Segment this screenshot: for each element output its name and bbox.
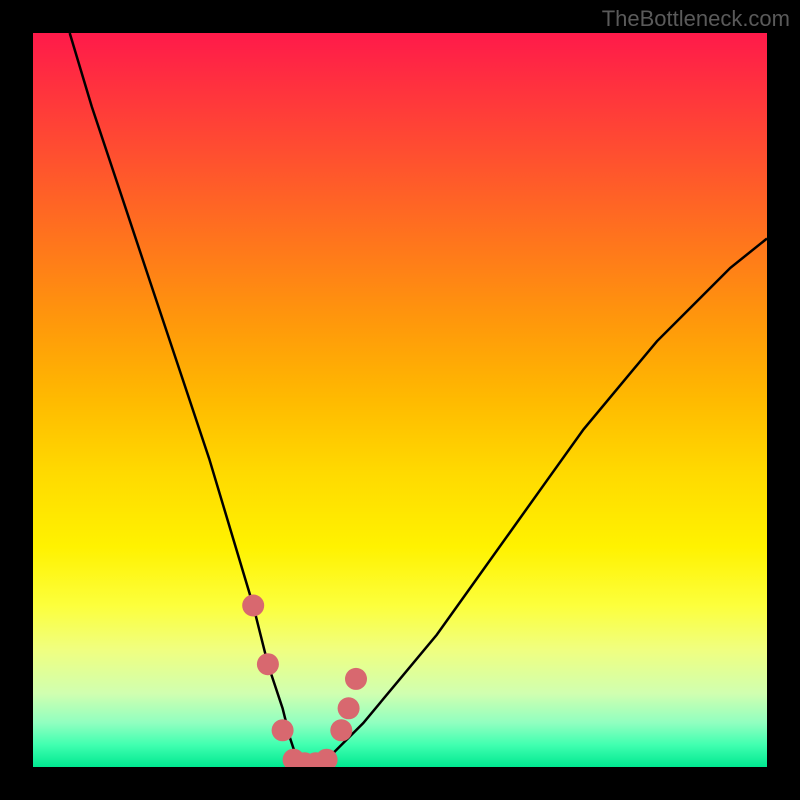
highlight-marker: [338, 697, 360, 719]
chart-svg: [33, 33, 767, 767]
highlight-marker: [242, 595, 264, 617]
highlight-marker: [345, 668, 367, 690]
highlight-marker: [330, 719, 352, 741]
watermark-text: TheBottleneck.com: [602, 6, 790, 32]
bottleneck-curve-line: [70, 33, 767, 767]
highlight-marker: [257, 653, 279, 675]
chart-plot-area: [33, 33, 767, 767]
highlight-marker: [272, 719, 294, 741]
highlight-markers: [242, 595, 367, 768]
